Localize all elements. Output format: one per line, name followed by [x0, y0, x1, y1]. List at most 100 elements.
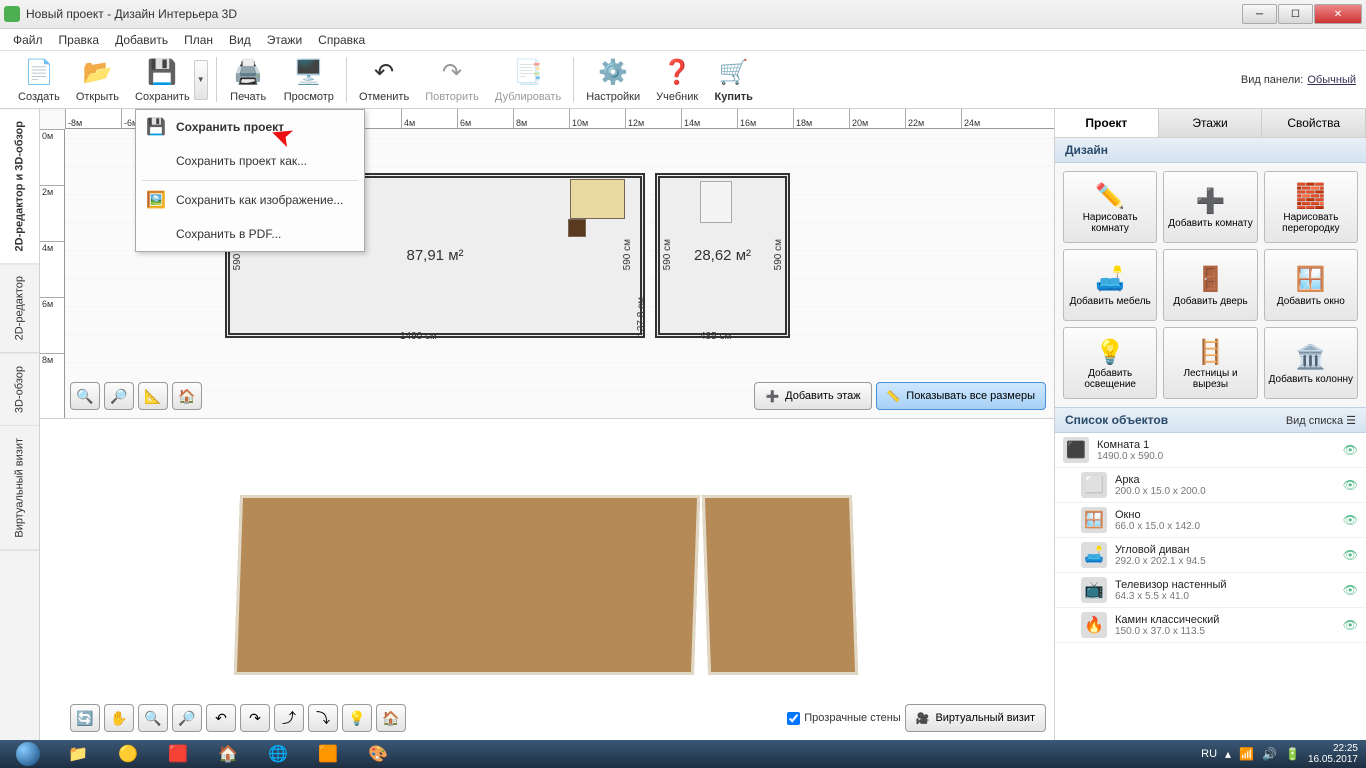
rp-tool-5[interactable]: 🪟Добавить окно — [1264, 249, 1358, 321]
object-0-visibility-icon[interactable]: 👁 — [1343, 443, 1358, 457]
paint-task-icon[interactable]: 🎨 — [354, 741, 402, 767]
rp-tool-1[interactable]: ➕Добавить комнату — [1163, 171, 1257, 243]
rp-tool-8[interactable]: 🏛️Добавить колонну — [1264, 327, 1358, 399]
rp-tool-2[interactable]: 🧱Нарисовать перегородку — [1264, 171, 1358, 243]
panel-mode-link[interactable]: Обычный — [1307, 74, 1356, 86]
menu-4[interactable]: Вид — [221, 31, 259, 49]
tray-up-icon[interactable]: ▴ — [1225, 747, 1231, 761]
object-item-2[interactable]: 🪟Окно66.0 x 15.0 x 142.0👁 — [1055, 503, 1366, 538]
preview-button[interactable]: 🖥️Просмотр — [276, 55, 342, 105]
ruler-v-tick: 8м — [40, 353, 64, 409]
object-5-visibility-icon[interactable]: 👁 — [1343, 618, 1358, 632]
object-3-visibility-icon[interactable]: 👁 — [1343, 548, 1358, 562]
app1-task-icon[interactable]: 🟧 — [304, 741, 352, 767]
open-button[interactable]: 📂Открыть — [68, 55, 127, 105]
menu-2[interactable]: Добавить — [107, 31, 176, 49]
rp-tool-4[interactable]: 🚪Добавить дверь — [1163, 249, 1257, 321]
lang-indicator[interactable]: RU — [1201, 748, 1217, 760]
dup-button[interactable]: 📑Дублировать — [487, 55, 569, 105]
maximize-button[interactable]: ☐ — [1278, 4, 1313, 24]
tray-network-icon[interactable]: 📶 — [1239, 747, 1254, 761]
close-button[interactable]: ✕ — [1314, 4, 1362, 24]
vtab-2[interactable]: 3D-обзор — [0, 354, 39, 426]
explorer-task-icon[interactable]: 📁 — [54, 741, 102, 767]
rp-tool-0-icon: ✏️ — [1095, 182, 1125, 210]
home-2d-button[interactable]: 🏠 — [172, 382, 202, 410]
measure-icon[interactable]: 📐 — [138, 382, 168, 410]
zoom-out-2d-button[interactable]: 🔍 — [70, 382, 100, 410]
tray-volume-icon[interactable]: 🔊 — [1262, 747, 1277, 761]
add-floor-button[interactable]: ➕Добавить этаж — [754, 382, 871, 410]
save-menu-item-4[interactable]: Сохранить в PDF... — [136, 217, 364, 251]
home-3d-button[interactable]: 🏠 — [376, 704, 406, 732]
rotate-left-icon[interactable]: ↶ — [206, 704, 236, 732]
object-item-5[interactable]: 🔥Камин классический150.0 x 37.0 x 113.5👁 — [1055, 608, 1366, 643]
orbit-icon[interactable]: 🔄 — [70, 704, 100, 732]
object-2-visibility-icon[interactable]: 👁 — [1343, 513, 1358, 527]
rp-tool-6[interactable]: 💡Добавить освещение — [1063, 327, 1157, 399]
table-2d[interactable] — [568, 219, 586, 237]
save-menu-item-0[interactable]: 💾Сохранить проект — [136, 110, 364, 144]
yandex-task-icon[interactable]: 🟡 — [104, 741, 152, 767]
zoom-out-3d-button[interactable]: 🔍 — [138, 704, 168, 732]
interior3d-task-icon[interactable]: 🏠 — [204, 741, 252, 767]
save-dropdown-handle[interactable]: ▼ — [194, 60, 208, 100]
undo-label: Отменить — [359, 91, 409, 103]
virtual-visit-button[interactable]: 🎥Виртуальный визит — [905, 704, 1046, 732]
tray-battery-icon[interactable]: 🔋 — [1285, 747, 1300, 761]
rp-tool-7[interactable]: 🪜Лестницы и вырезы — [1163, 327, 1257, 399]
rp-tab-2[interactable]: Свойства — [1262, 109, 1366, 137]
menu-5[interactable]: Этажи — [259, 31, 310, 49]
chrome-task-icon[interactable]: 🌐 — [254, 741, 302, 767]
save-menu-item-1[interactable]: Сохранить проект как... — [136, 144, 364, 178]
object-item-1[interactable]: ⬜Арка200.0 x 15.0 x 200.0👁 — [1055, 468, 1366, 503]
room-2-3d[interactable] — [702, 495, 858, 675]
undo-button[interactable]: ↶Отменить — [351, 55, 417, 105]
settings-button[interactable]: ⚙️Настройки — [578, 55, 648, 105]
clock[interactable]: 22:25 16.05.2017 — [1308, 743, 1362, 765]
menu-6[interactable]: Справка — [310, 31, 373, 49]
zoom-in-3d-button[interactable]: 🔎 — [172, 704, 202, 732]
minimize-button[interactable]: ─ — [1242, 4, 1277, 24]
buy-button[interactable]: 🛒Купить — [706, 55, 761, 105]
object-item-3[interactable]: 🛋️Угловой диван292.0 x 202.1 x 94.5👁 — [1055, 538, 1366, 573]
object-item-4[interactable]: 📺Телевизор настенный64.3 x 5.5 x 41.0👁 — [1055, 573, 1366, 608]
show-dims-toggle[interactable]: 📏Показывать все размеры — [876, 382, 1046, 410]
object-item-0[interactable]: ⬛Комната 11490.0 x 590.0👁 — [1055, 433, 1366, 468]
sofa-2d[interactable] — [570, 179, 625, 219]
object-1-visibility-icon[interactable]: 👁 — [1343, 478, 1358, 492]
rp-tab-0[interactable]: Проект — [1055, 109, 1159, 137]
rp-tool-0[interactable]: ✏️Нарисовать комнату — [1063, 171, 1157, 243]
menu-3[interactable]: План — [176, 31, 221, 49]
light-icon[interactable]: 💡 — [342, 704, 372, 732]
rp-tab-1[interactable]: Этажи — [1159, 109, 1263, 137]
ya-task-icon[interactable]: 🟥 — [154, 741, 202, 767]
rotate-right-icon[interactable]: ↷ — [240, 704, 270, 732]
transparent-walls-checkbox[interactable]: Прозрачные стены — [787, 704, 900, 732]
vtab-3[interactable]: Виртуальный визит — [0, 426, 39, 551]
tutor-button[interactable]: ❓Учебник — [648, 55, 706, 105]
tilt-up-icon[interactable]: ⤴ — [274, 704, 304, 732]
transparent-walls-input[interactable] — [787, 712, 800, 725]
canvas-3d[interactable]: 🔄 ✋ 🔍 🔎 ↶ ↷ ⤴ ⤵ 💡 🏠 Прозрачные стены — [40, 419, 1054, 740]
save-menu-item-3[interactable]: 🖼️Сохранить как изображение... — [136, 183, 364, 217]
vtab-0[interactable]: 2D-редактор и 3D-обзор — [0, 109, 39, 264]
menu-0[interactable]: Файл — [5, 31, 51, 49]
object-4-visibility-icon[interactable]: 👁 — [1343, 583, 1358, 597]
vtab-1[interactable]: 2D-редактор — [0, 264, 39, 353]
zoom-in-2d-button[interactable]: 🔎 — [104, 382, 134, 410]
rp-tool-3[interactable]: 🛋️Добавить мебель — [1063, 249, 1157, 321]
object-list[interactable]: ⬛Комната 11490.0 x 590.0👁⬜Арка200.0 x 15… — [1055, 433, 1366, 740]
redo-button[interactable]: ↷Повторить — [417, 55, 487, 105]
list-view-icon[interactable]: ☰ — [1346, 415, 1356, 427]
room-2-height-l: 590 см — [662, 239, 673, 270]
bed-2d[interactable] — [700, 181, 732, 223]
save-button[interactable]: 💾Сохранить — [127, 55, 198, 105]
print-button[interactable]: 🖨️Печать — [221, 55, 276, 105]
menu-1[interactable]: Правка — [51, 31, 108, 49]
pan-icon[interactable]: ✋ — [104, 704, 134, 732]
tilt-down-icon[interactable]: ⤵ — [308, 704, 338, 732]
create-button[interactable]: 📄Создать — [10, 55, 68, 105]
start-button[interactable] — [4, 741, 52, 767]
room-1-3d[interactable] — [234, 495, 700, 675]
